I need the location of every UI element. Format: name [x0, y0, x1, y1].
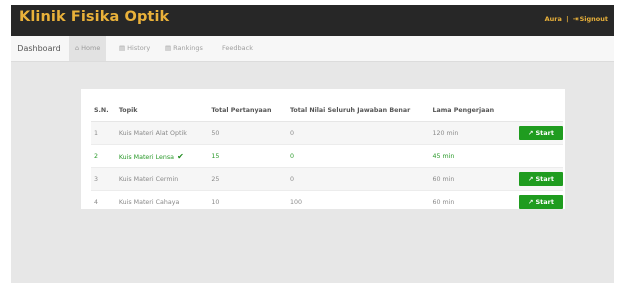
nav-dashboard[interactable]: Dashboard [11, 36, 67, 61]
start-label: Start [535, 175, 554, 183]
row-score: 100 [286, 190, 430, 213]
row-duration: 60 min [429, 167, 516, 191]
row-topic: Kuis Materi Lensa [118, 153, 175, 161]
table-row: 4 Kuis Materi Cahaya 10 100 60 min ↗ Star… [91, 190, 563, 213]
nav-item-home[interactable]: ⌂ Home [69, 36, 107, 61]
row-sn: 4 [91, 190, 116, 213]
row-score: 0 [286, 121, 430, 145]
row-duration: 45 min [429, 144, 516, 168]
row-duration: 120 min [429, 121, 516, 145]
row-score: 0 [286, 144, 430, 168]
row-action [516, 144, 563, 168]
row-action: ↗ Start [516, 167, 563, 191]
check-icon: ✔ [177, 151, 184, 161]
user-menu: Aura | ⇥Signout [545, 15, 608, 23]
start-label: Start [535, 129, 554, 137]
col-total-score: Total Nilai Seluruh Jawaban Benar [286, 99, 430, 122]
row-action: ↗ Start [516, 121, 563, 145]
row-total: 50 [208, 121, 287, 145]
row-score: 0 [286, 167, 430, 191]
table-row: 3 Kuis Materi Cermin 25 0 60 min ↗ Start [91, 167, 563, 191]
quiz-card: S.N. Topik Total Pertanyaan Total Nilai … [81, 89, 565, 213]
quiz-table: S.N. Topik Total Pertanyaan Total Nilai … [91, 99, 563, 213]
row-topic: Kuis Materi Cahaya [115, 190, 209, 213]
start-label: Start [535, 198, 554, 206]
row-sn: 3 [91, 167, 116, 191]
start-button[interactable]: ↗ Start [519, 172, 563, 186]
nav-history-label: History [127, 44, 151, 52]
row-total: 25 [208, 167, 287, 191]
row-topic: Kuis Materi Alat Optik [115, 121, 209, 145]
nav-bar: Dashboard ⌂ Home ▤ History ▤ Rankings Feedb… [11, 36, 614, 62]
rankings-icon: ▤ [165, 44, 172, 52]
row-sn: 2 [91, 144, 116, 168]
app-title: Klinik Fisika Optik [19, 9, 170, 25]
row-total: 10 [208, 190, 287, 213]
col-total-questions: Total Pertanyaan [208, 99, 287, 122]
user-separator: | [566, 15, 569, 23]
username-link[interactable]: Aura [545, 15, 562, 23]
nav-item-feedback[interactable]: Feedback [222, 36, 253, 61]
row-topic: Kuis Materi Cermin [115, 167, 209, 191]
history-icon: ▤ [119, 44, 126, 52]
nav-feedback-label: Feedback [222, 44, 253, 52]
external-link-icon: ↗ [528, 175, 534, 183]
signout-label: Signout [579, 15, 608, 23]
start-button[interactable]: ↗ Start [519, 195, 563, 209]
col-sn: S.N. [91, 99, 116, 122]
start-button[interactable]: ↗ Start [519, 126, 563, 140]
row-sn: 1 [91, 121, 116, 145]
app-frame: Klinik Fisika Optik Aura | ⇥Signout Dash… [11, 5, 614, 283]
nav-home-label: Home [81, 44, 101, 52]
table-row: 2 Kuis Materi Lensa ✔ 15 0 45 min [91, 144, 563, 168]
signout-link[interactable]: ⇥Signout [573, 15, 608, 23]
nav-rankings-label: Rankings [173, 44, 203, 52]
table-row: 1 Kuis Materi Alat Optik 50 0 120 min ↗ S… [91, 121, 563, 145]
external-link-icon: ↗ [528, 129, 534, 137]
top-header: Klinik Fisika Optik Aura | ⇥Signout [11, 5, 614, 36]
nav-item-history[interactable]: ▤ History [119, 36, 150, 61]
table-header-row: S.N. Topik Total Pertanyaan Total Nilai … [91, 99, 563, 122]
row-topic-cell: Kuis Materi Lensa ✔ [115, 144, 209, 168]
row-total: 15 [208, 144, 287, 168]
col-duration: Lama Pengerjaan [429, 99, 516, 122]
signout-icon: ⇥ [572, 15, 579, 23]
nav-item-rankings[interactable]: ▤ Rankings [165, 36, 203, 61]
col-topic: Topik [115, 99, 209, 122]
col-action [516, 99, 563, 122]
home-icon: ⌂ [75, 44, 80, 52]
external-link-icon: ↗ [528, 198, 534, 206]
row-duration: 60 min [429, 190, 516, 213]
row-action: ↗ Start [516, 190, 563, 213]
